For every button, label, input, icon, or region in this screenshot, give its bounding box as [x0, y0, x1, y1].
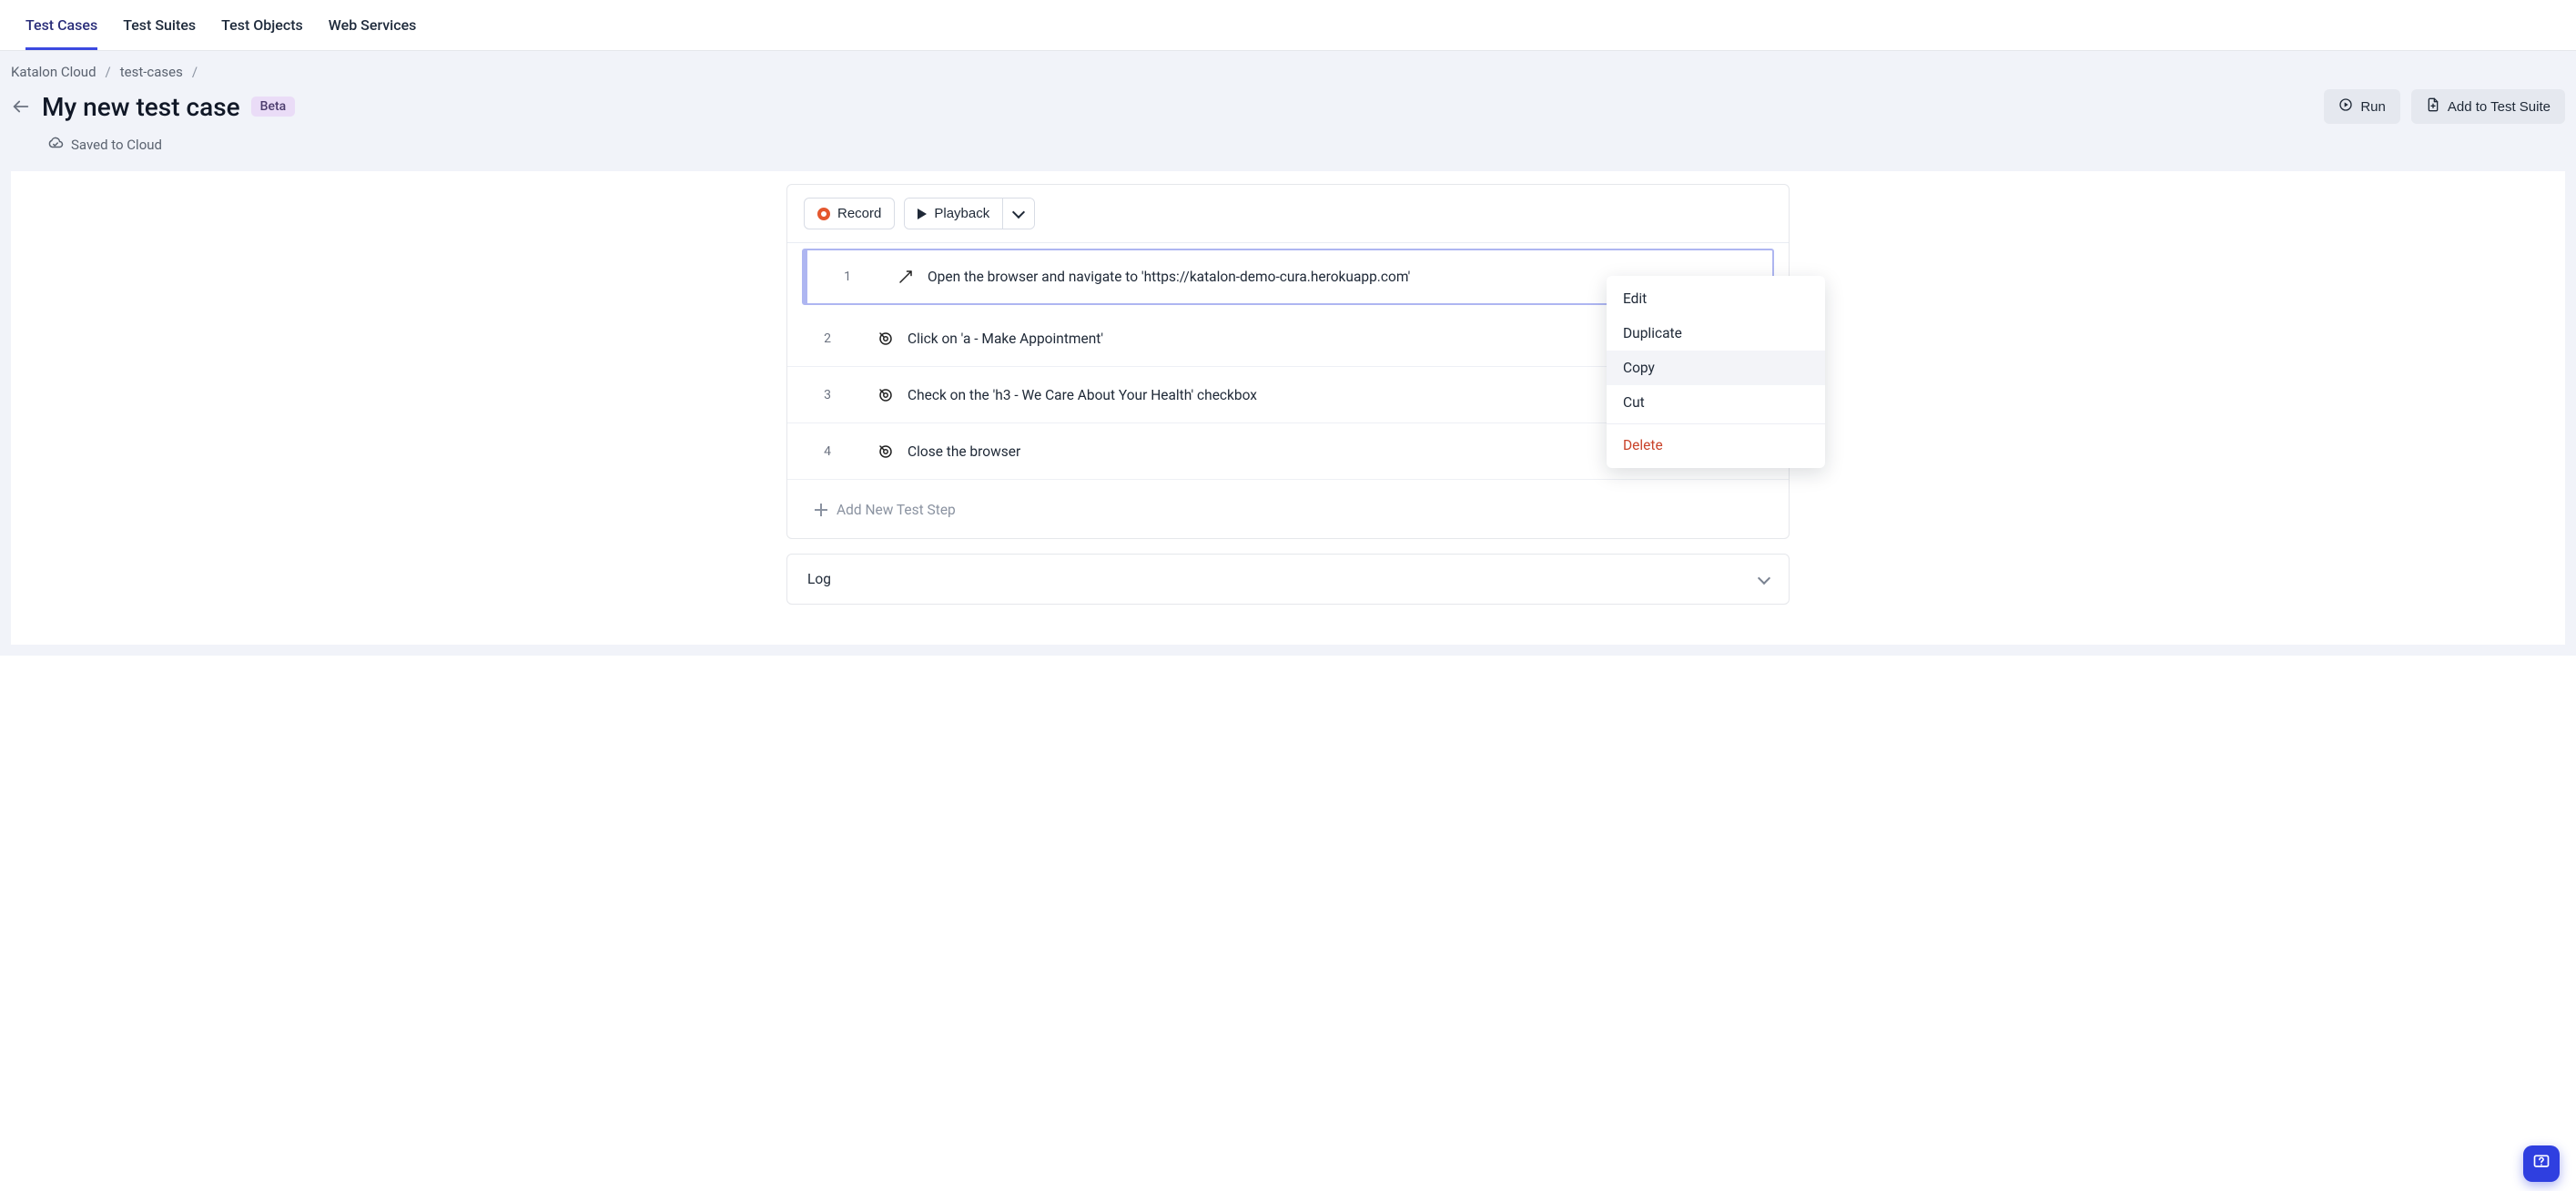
playback-button-label: Playback [934, 206, 989, 221]
help-fab[interactable] [2523, 1145, 2560, 1182]
tab-label: Test Objects [221, 16, 303, 34]
playback-dropdown-toggle[interactable] [1002, 198, 1034, 229]
work-area: Record Playback 1 [0, 171, 2576, 656]
play-circle-icon [2338, 97, 2353, 116]
step-number: 1 [811, 270, 884, 284]
add-to-test-suite-label: Add to Test Suite [2448, 99, 2551, 115]
record-icon [817, 208, 830, 220]
saved-status: Saved to Cloud [47, 135, 2565, 155]
step-number: 3 [791, 388, 864, 402]
breadcrumb: Katalon Cloud / test-cases / [11, 64, 2565, 80]
breadcrumb-sep: / [192, 64, 198, 80]
chevron-down-icon [1758, 571, 1770, 584]
tabs-bar: Test Cases Test Suites Test Objects Web … [0, 0, 2576, 51]
target-icon [864, 443, 908, 460]
play-icon [918, 209, 927, 219]
breadcrumb-sep: / [106, 64, 111, 80]
tab-test-cases[interactable]: Test Cases [25, 0, 97, 50]
log-panel-toggle[interactable]: Log [786, 554, 1790, 605]
steps-toolbar: Record Playback [787, 185, 1789, 243]
add-new-step-button[interactable]: Add New Test Step [787, 480, 1789, 538]
run-button[interactable]: Run [2324, 89, 2400, 124]
tab-label: Web Services [329, 16, 417, 34]
run-button-label: Run [2360, 99, 2386, 115]
saved-status-text: Saved to Cloud [71, 137, 162, 153]
step-context-menu: Edit Duplicate Copy Cut Delete [1607, 276, 1825, 468]
step-number: 2 [791, 331, 864, 346]
context-delete[interactable]: Delete [1607, 428, 1825, 463]
breadcrumb-second[interactable]: test-cases [120, 64, 183, 80]
back-arrow-icon[interactable] [11, 97, 31, 117]
tab-test-suites[interactable]: Test Suites [123, 0, 196, 50]
add-to-test-suite-button[interactable]: Add to Test Suite [2411, 89, 2565, 124]
record-button-label: Record [837, 206, 881, 221]
context-copy[interactable]: Copy [1607, 351, 1825, 385]
context-edit[interactable]: Edit [1607, 281, 1825, 316]
log-label: Log [807, 571, 831, 587]
tab-web-services[interactable]: Web Services [329, 0, 417, 50]
steps-list: 1 Open the browser and navigate to 'http… [787, 249, 1789, 480]
file-plus-icon [2426, 97, 2440, 116]
tab-label: Test Suites [123, 16, 196, 34]
steps-card: Record Playback 1 [786, 184, 1790, 539]
playback-split-button: Playback [904, 198, 1035, 229]
target-icon [864, 331, 908, 347]
plus-icon [815, 504, 827, 516]
help-icon [2532, 1153, 2551, 1175]
target-icon [864, 387, 908, 403]
playback-button[interactable]: Playback [905, 198, 1002, 229]
cloud-check-icon [47, 135, 64, 155]
context-separator [1607, 423, 1825, 424]
context-duplicate[interactable]: Duplicate [1607, 316, 1825, 351]
breadcrumb-root[interactable]: Katalon Cloud [11, 64, 96, 80]
step-number: 4 [791, 444, 864, 459]
context-cut[interactable]: Cut [1607, 385, 1825, 420]
chevron-down-icon [1012, 206, 1025, 219]
navigate-icon [884, 269, 928, 285]
tab-test-objects[interactable]: Test Objects [221, 0, 303, 50]
tab-label: Test Cases [25, 16, 97, 34]
page-title: My new test case [42, 92, 240, 122]
beta-badge: Beta [251, 97, 296, 117]
record-button[interactable]: Record [804, 198, 895, 229]
add-new-step-label: Add New Test Step [837, 502, 956, 518]
page-header: Katalon Cloud / test-cases / My new test… [0, 51, 2576, 171]
